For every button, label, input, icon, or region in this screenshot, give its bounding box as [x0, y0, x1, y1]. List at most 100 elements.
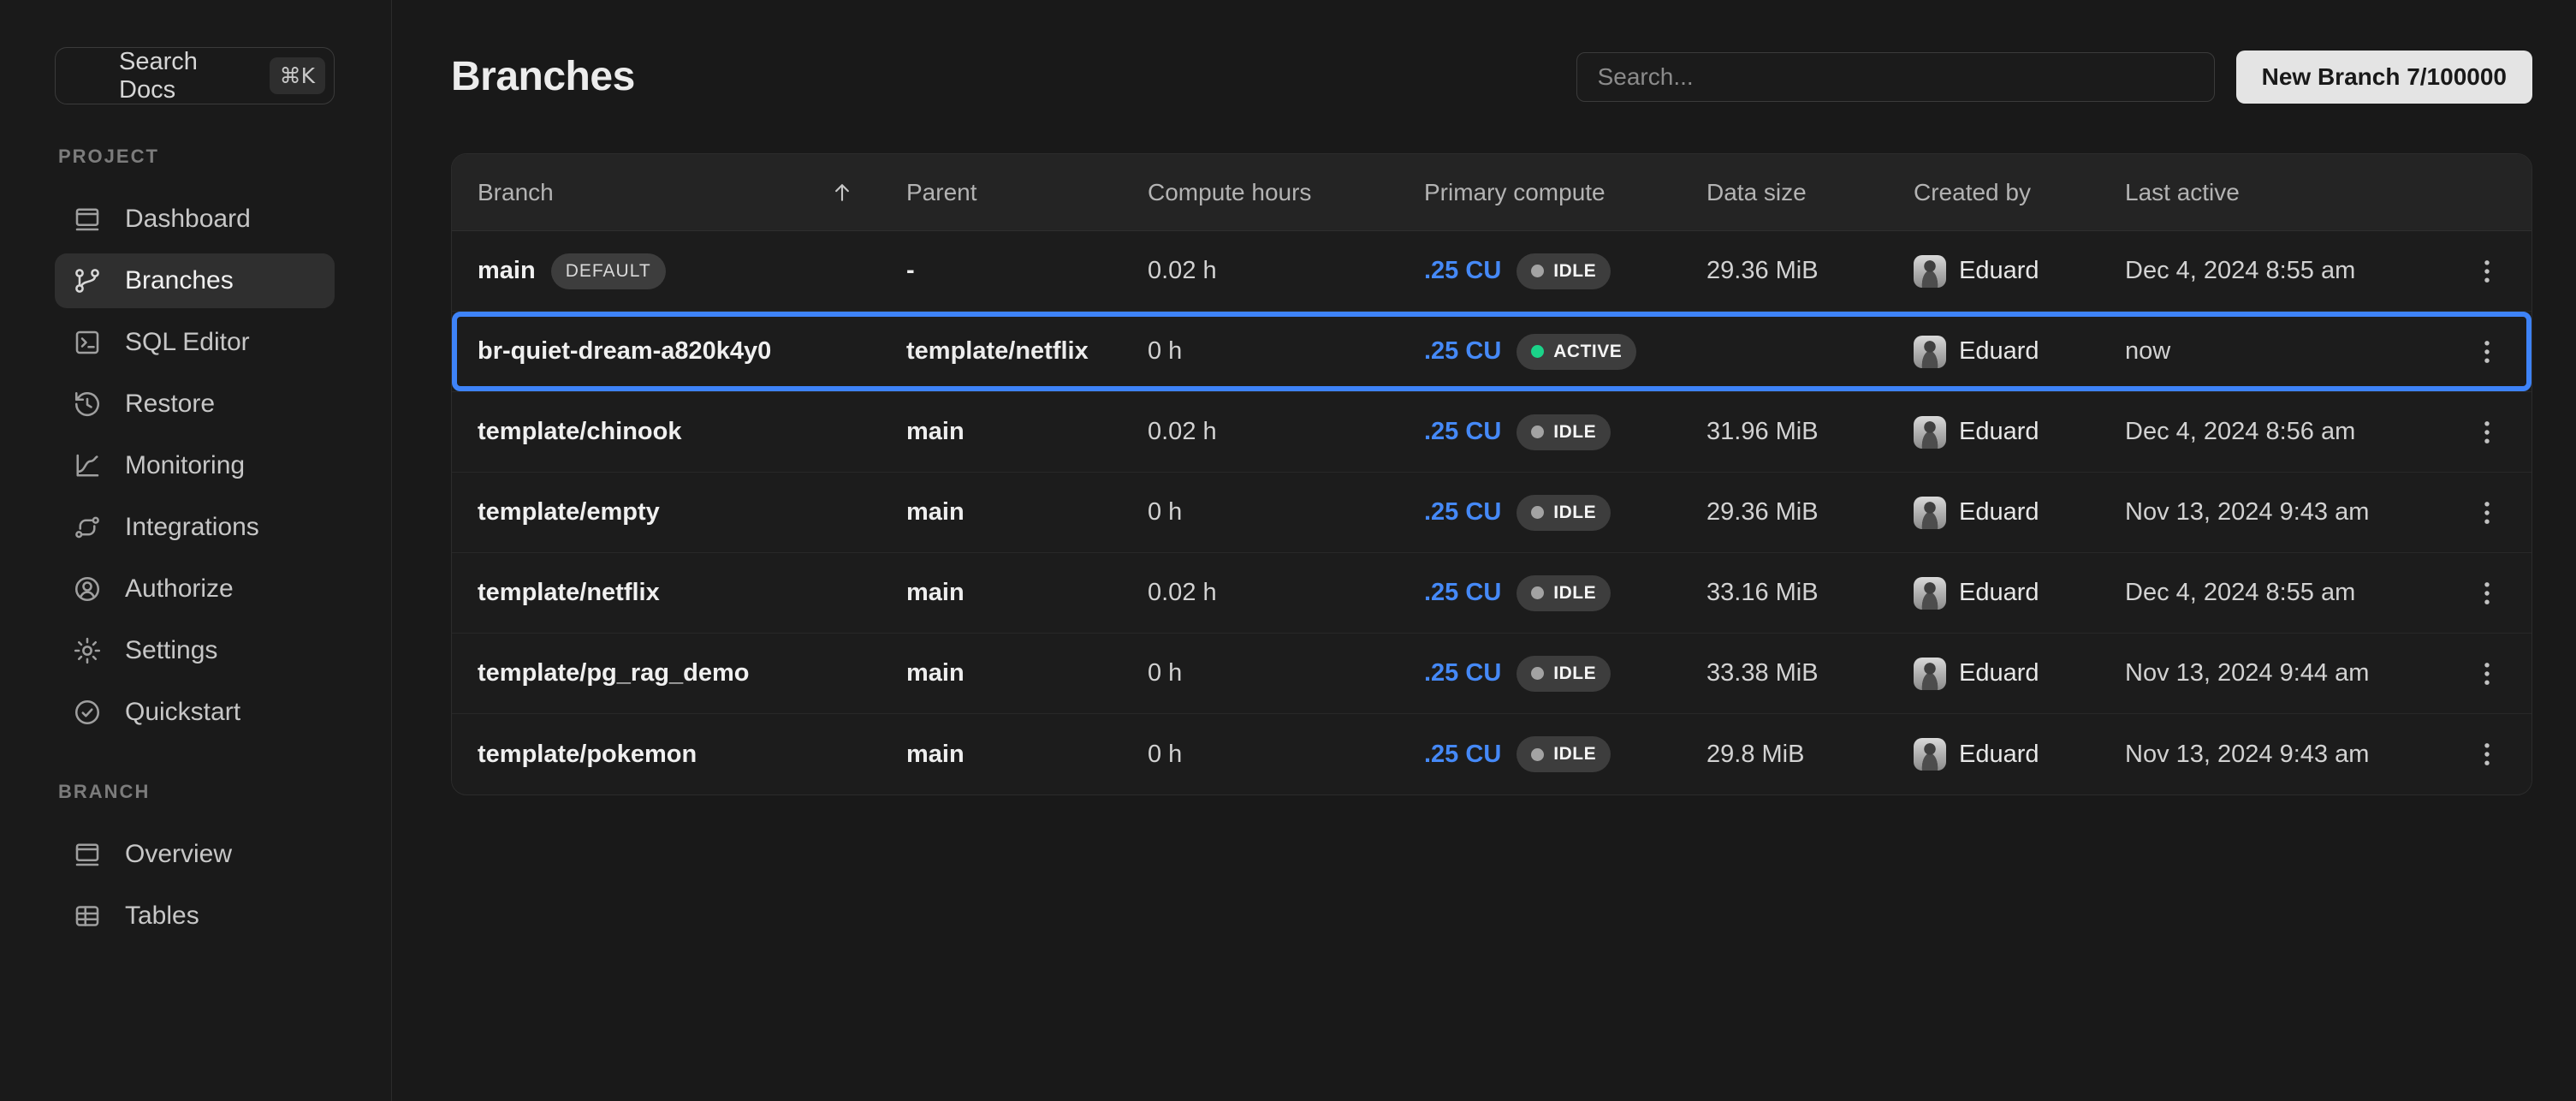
created-by-name: Eduard — [1959, 741, 2039, 769]
page-title: Branches — [451, 53, 635, 100]
table-row[interactable]: template/chinookmain0.02 h.25 CUIDLE31.9… — [452, 392, 2531, 473]
created-by-name: Eduard — [1959, 579, 2039, 607]
column-header-last-active[interactable]: Last active — [2125, 179, 2407, 206]
parent-cell: main — [906, 579, 1148, 607]
sidebar-item-monitoring[interactable]: Monitoring — [55, 438, 335, 493]
primary-compute-cell: .25 CUIDLE — [1424, 253, 1706, 289]
column-header-label: Primary compute — [1424, 179, 1606, 206]
table-row[interactable]: br-quiet-dream-a820k4y0template/netflix0… — [452, 312, 2531, 392]
sidebar-item-quickstart[interactable]: Quickstart — [55, 685, 335, 740]
branch-name: template/pg_rag_demo — [478, 659, 749, 687]
compute-hours-cell: 0 h — [1148, 498, 1424, 527]
compute-hours-value: 0 h — [1148, 659, 1182, 687]
parent-name: main — [906, 498, 965, 527]
last-active-value: Nov 13, 2024 9:43 am — [2125, 741, 2369, 769]
branch-cell: br-quiet-dream-a820k4y0 — [478, 337, 906, 366]
sidebar-item-overview[interactable]: Overview — [55, 827, 335, 882]
nav-section-label-branch: BRANCH — [58, 781, 391, 803]
last-active-value: Nov 13, 2024 9:44 am — [2125, 659, 2369, 687]
created-by-cell: Eduard — [1914, 255, 2125, 288]
sidebar-item-dashboard[interactable]: Dashboard — [55, 192, 335, 247]
compute-hours-cell: 0 h — [1148, 337, 1424, 366]
sidebar-item-authorize[interactable]: Authorize — [55, 562, 335, 616]
table-row[interactable]: template/netflixmain0.02 h.25 CUIDLE33.1… — [452, 553, 2531, 634]
sidebar-item-label: Integrations — [125, 513, 259, 542]
sidebar-item-tables[interactable]: Tables — [55, 889, 335, 943]
avatar — [1914, 336, 1946, 368]
overview-icon — [72, 839, 103, 870]
row-menu-button[interactable] — [2466, 733, 2508, 776]
sidebar-item-restore[interactable]: Restore — [55, 377, 335, 431]
tables-icon — [72, 901, 103, 931]
table-row[interactable]: template/pg_rag_demomain0 h.25 CUIDLE33.… — [452, 634, 2531, 714]
row-menu-button[interactable] — [2466, 330, 2508, 373]
sidebar-item-integrations[interactable]: Integrations — [55, 500, 335, 555]
sidebar-item-label: SQL Editor — [125, 328, 250, 357]
created-by-cell: Eduard — [1914, 738, 2125, 771]
last-active-cell: Nov 13, 2024 9:43 am — [2125, 498, 2407, 527]
created-by-name: Eduard — [1959, 257, 2039, 285]
parent-cell: main — [906, 659, 1148, 687]
last-active-value: Dec 4, 2024 8:55 am — [2125, 257, 2355, 285]
column-header-branch[interactable]: Branch — [478, 179, 906, 206]
sidebar-item-settings[interactable]: Settings — [55, 623, 335, 678]
search-docs-label: Search Docs — [119, 48, 252, 104]
search-input[interactable] — [1576, 52, 2215, 102]
avatar — [1914, 658, 1946, 690]
row-menu-button[interactable] — [2466, 411, 2508, 454]
table-row[interactable]: mainDEFAULT-0.02 h.25 CUIDLE29.36 MiBEdu… — [452, 231, 2531, 312]
branch-cell: mainDEFAULT — [478, 253, 906, 289]
column-header-parent[interactable]: Parent — [906, 179, 1148, 206]
column-header-compute-hours[interactable]: Compute hours — [1148, 179, 1424, 206]
parent-cell: template/netflix — [906, 337, 1148, 366]
compute-size-value: .25 CU — [1424, 579, 1501, 607]
column-header-label: Last active — [2125, 179, 2240, 206]
sidebar-item-label: Authorize — [125, 574, 234, 604]
created-by-cell: Eduard — [1914, 497, 2125, 529]
table-row[interactable]: template/pokemonmain0 h.25 CUIDLE29.8 Mi… — [452, 714, 2531, 795]
created-by-name: Eduard — [1959, 498, 2039, 527]
created-by-cell: Eduard — [1914, 416, 2125, 449]
last-active-value: Dec 4, 2024 8:56 am — [2125, 418, 2355, 446]
compute-size-value: .25 CU — [1424, 337, 1501, 366]
avatar — [1914, 577, 1946, 610]
data-size-value: 33.38 MiB — [1706, 659, 1819, 687]
parent-cell: - — [906, 257, 1148, 285]
search-docs-button[interactable]: Search Docs ⌘K — [55, 47, 335, 104]
app-window: Search Docs ⌘K PROJECTDashboardBranchesS… — [0, 0, 2576, 1101]
status-label: IDLE — [1553, 583, 1596, 604]
data-size-value: 29.36 MiB — [1706, 257, 1819, 285]
status-label: IDLE — [1553, 422, 1596, 443]
branch-cell: template/pg_rag_demo — [478, 659, 906, 687]
sidebar-item-label: Dashboard — [125, 205, 251, 234]
row-menu-button[interactable] — [2466, 491, 2508, 534]
row-menu-button[interactable] — [2466, 250, 2508, 293]
sidebar-item-sql-editor[interactable]: SQL Editor — [55, 315, 335, 370]
sidebar-item-branches[interactable]: Branches — [55, 253, 335, 308]
column-header-label: Parent — [906, 179, 977, 206]
primary-compute-cell: .25 CUIDLE — [1424, 495, 1706, 531]
sidebar-item-label: Quickstart — [125, 698, 240, 727]
table-row[interactable]: template/emptymain0 h.25 CUIDLE29.36 MiB… — [452, 473, 2531, 553]
arrow-up-icon — [829, 180, 855, 205]
column-header-primary-compute[interactable]: Primary compute — [1424, 179, 1706, 206]
status-badge: IDLE — [1517, 736, 1611, 772]
branch-name: main — [478, 257, 536, 285]
column-header-created-by[interactable]: Created by — [1914, 179, 2125, 206]
status-label: IDLE — [1553, 503, 1596, 523]
new-branch-button[interactable]: New Branch 7/100000 — [2236, 51, 2532, 104]
data-size-value: 33.16 MiB — [1706, 579, 1819, 607]
created-by-cell: Eduard — [1914, 336, 2125, 368]
row-menu-button[interactable] — [2466, 652, 2508, 695]
created-by-cell: Eduard — [1914, 577, 2125, 610]
restore-icon — [72, 389, 103, 420]
compute-size-value: .25 CU — [1424, 741, 1501, 769]
row-menu-button[interactable] — [2466, 572, 2508, 615]
status-dot-icon — [1531, 345, 1544, 358]
column-header-data-size[interactable]: Data size — [1706, 179, 1914, 206]
table-body: mainDEFAULT-0.02 h.25 CUIDLE29.36 MiBEdu… — [452, 231, 2531, 795]
column-header-label: Branch — [478, 179, 554, 206]
compute-hours-value: 0.02 h — [1148, 418, 1217, 446]
compute-size-value: .25 CU — [1424, 418, 1501, 446]
compute-hours-value: 0 h — [1148, 741, 1182, 769]
